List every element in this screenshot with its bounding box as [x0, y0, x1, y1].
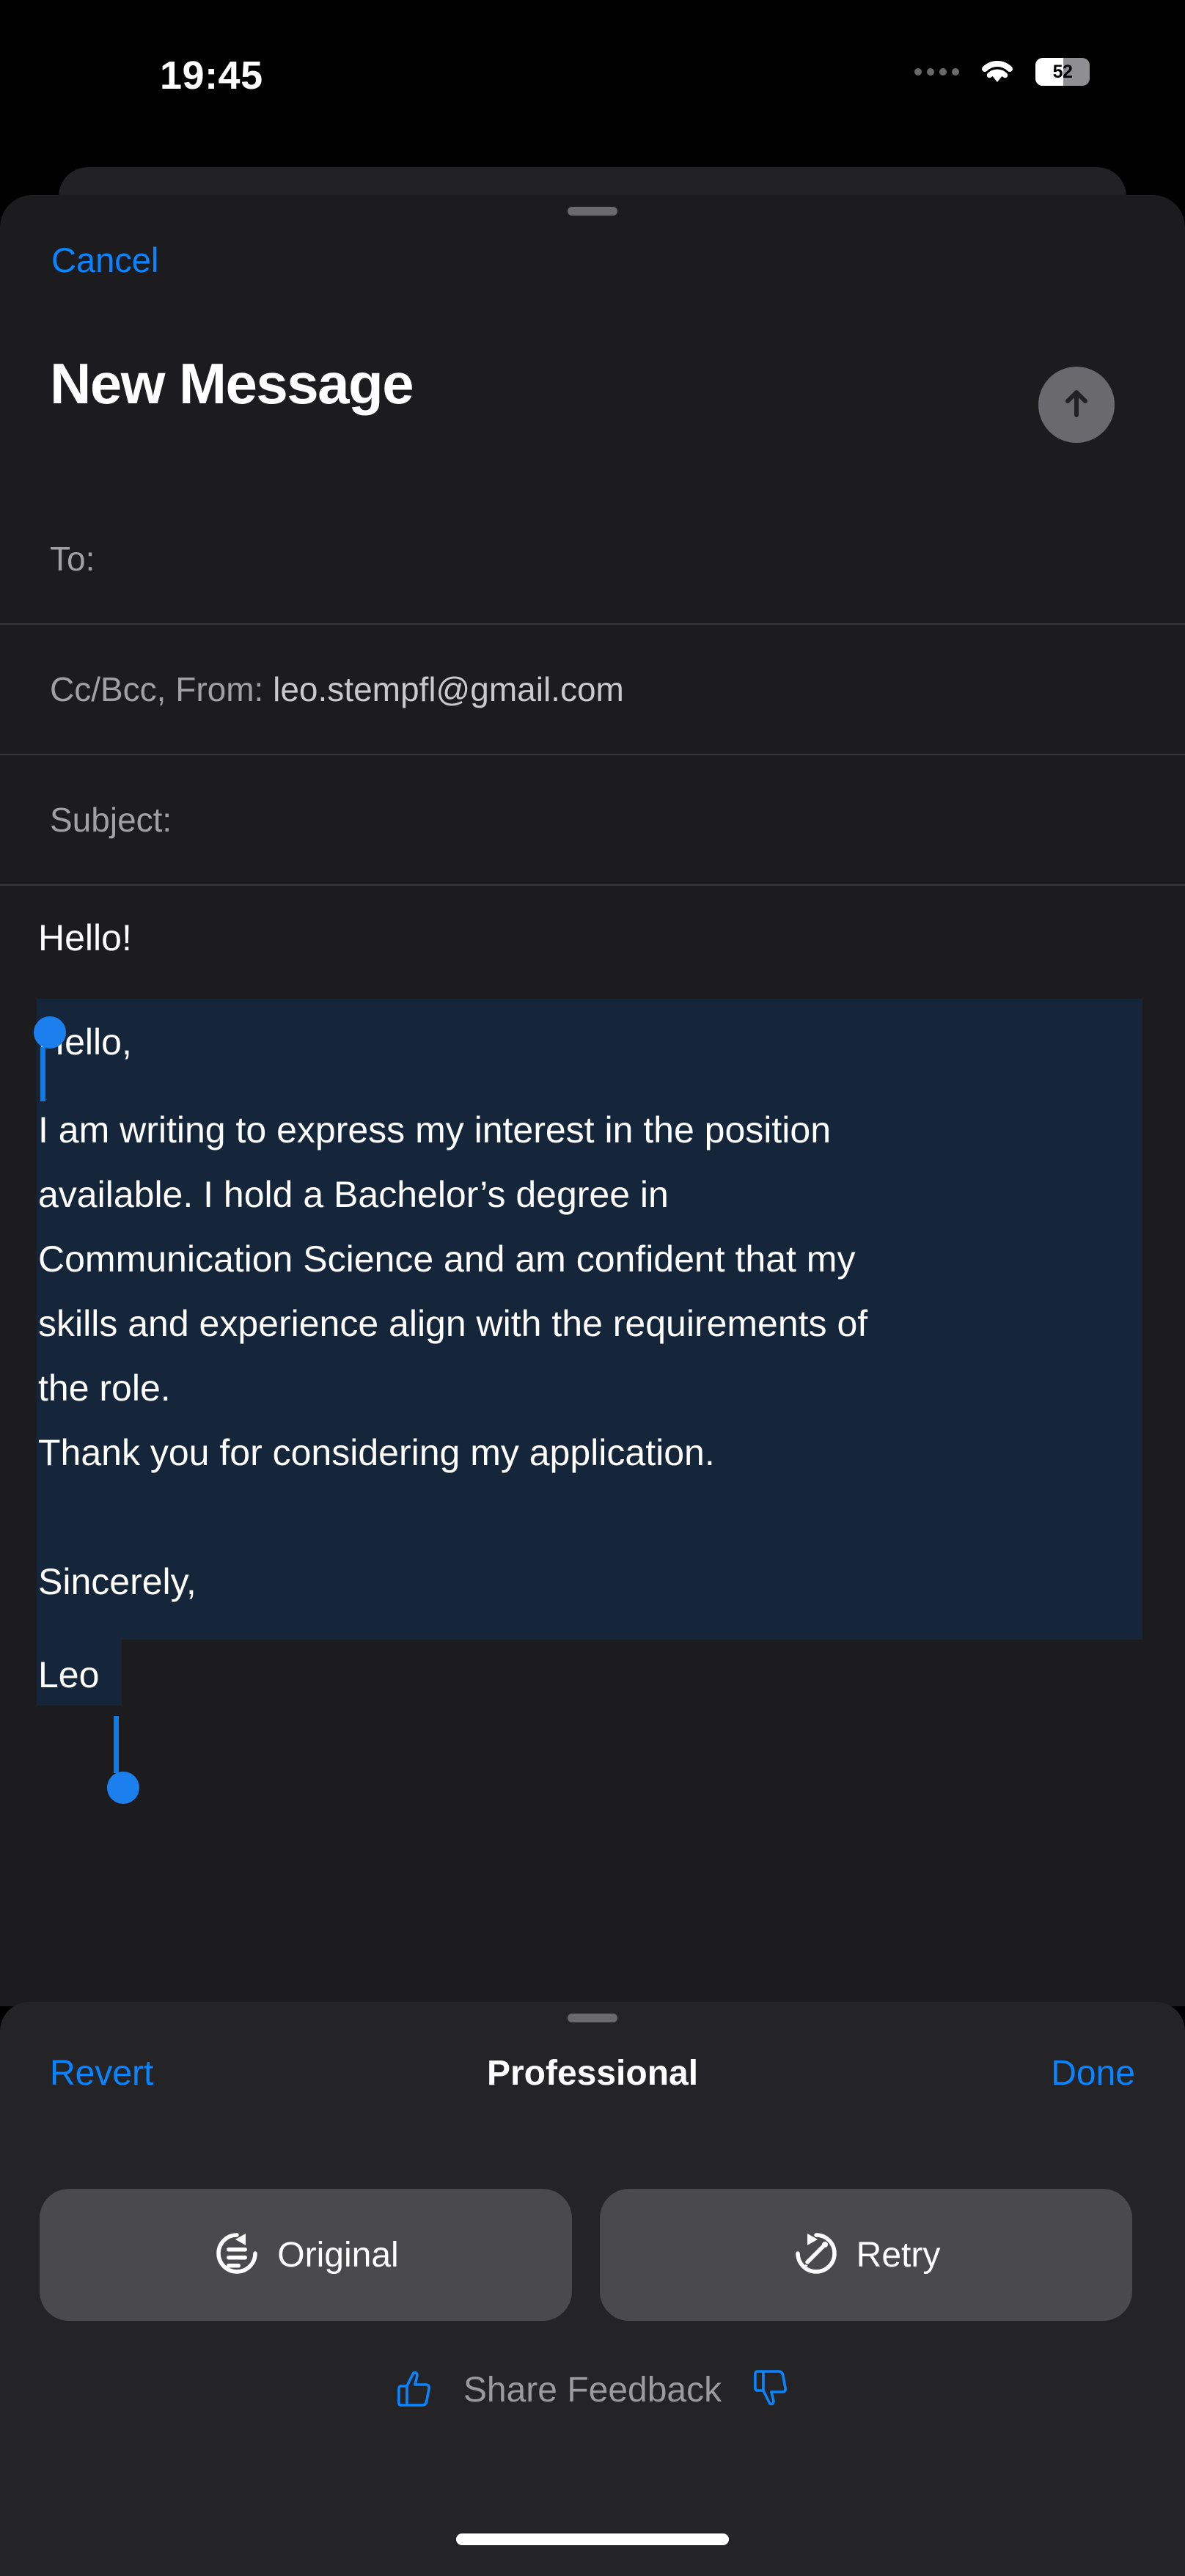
- thumbs-down-icon[interactable]: [751, 2368, 790, 2412]
- body-line: available. I hold a Bachelor’s degree in: [38, 1174, 669, 1215]
- body-line: Sincerely,: [38, 1561, 197, 1602]
- cc-bcc-from-prefix: Cc/Bcc, From:: [50, 670, 264, 708]
- body-line: Thank you for considering my application…: [38, 1432, 715, 1473]
- message-body[interactable]: Hello! Hello, I am writing to express my…: [0, 892, 1185, 1918]
- retry-button[interactable]: Retry: [600, 2189, 1132, 2321]
- status-bar-clock: 19:45: [160, 54, 263, 98]
- from-address-value: leo.stempfl@gmail.com: [273, 670, 624, 708]
- battery-percent-label: 52: [1052, 61, 1073, 82]
- selection-start-handle-dot: [34, 1016, 66, 1049]
- wifi-icon: [978, 57, 1016, 87]
- body-line: skills and experience align with the req…: [38, 1303, 868, 1344]
- battery-icon: 52: [1035, 58, 1090, 86]
- page-title: New Message: [50, 351, 414, 416]
- feedback-row: Share Feedback: [395, 2368, 790, 2412]
- body-line: Leo: [38, 1654, 100, 1695]
- cc-bcc-from-field[interactable]: Cc/Bcc, From: leo.stempfl@gmail.com: [0, 625, 1185, 755]
- cellular-dots-icon: [914, 68, 959, 76]
- retry-circular-arrow-pencil-icon: [792, 2229, 840, 2281]
- thumbs-up-icon[interactable]: [395, 2368, 434, 2412]
- selection-end-handle-bar: [114, 1716, 119, 1773]
- cancel-button[interactable]: Cancel: [51, 240, 158, 280]
- share-feedback-label[interactable]: Share Feedback: [463, 2370, 722, 2410]
- original-button-label: Original: [277, 2235, 399, 2275]
- send-button[interactable]: [1038, 367, 1115, 443]
- status-bar: 19:45 52: [0, 0, 1185, 169]
- phone-screen: 19:45 52 Cancel New Message To: Cc/Bcc, …: [0, 0, 1185, 2576]
- selection-start-handle-bar: [40, 1047, 45, 1101]
- to-field[interactable]: To:: [0, 494, 1185, 625]
- panel-grabber-handle[interactable]: [568, 2014, 617, 2022]
- sheet-grabber-handle[interactable]: [568, 207, 617, 216]
- body-line-unselected: Hello!: [38, 917, 132, 958]
- body-line: I am writing to express my interest in t…: [38, 1109, 832, 1151]
- status-bar-indicators: 52: [914, 57, 1090, 87]
- subject-field-label: Subject:: [50, 801, 172, 839]
- revert-button[interactable]: Revert: [50, 2053, 153, 2094]
- done-button[interactable]: Done: [1051, 2053, 1135, 2094]
- send-arrow-up-icon: [1056, 383, 1097, 428]
- subject-field[interactable]: Subject:: [0, 755, 1185, 886]
- selection-end-handle-dot: [107, 1772, 139, 1804]
- original-button[interactable]: Original: [40, 2189, 572, 2321]
- body-line: the role.: [38, 1368, 171, 1409]
- to-field-label: To:: [50, 540, 95, 578]
- writing-style-title: Professional: [486, 2054, 699, 2093]
- cc-bcc-from-label: Cc/Bcc, From: leo.stempfl@gmail.com: [50, 669, 624, 709]
- body-line: Communication Science and am confident t…: [38, 1239, 856, 1280]
- home-indicator[interactable]: [456, 2533, 729, 2545]
- rewrite-original-circular-arrow-icon: [213, 2229, 261, 2281]
- retry-button-label: Retry: [856, 2235, 941, 2275]
